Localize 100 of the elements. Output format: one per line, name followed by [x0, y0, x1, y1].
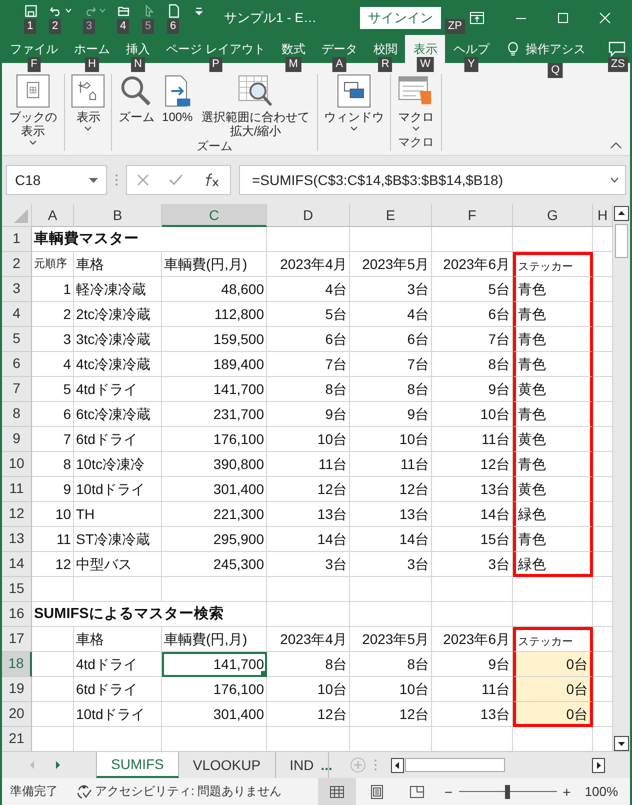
caret-icon[interactable]	[65, 8, 72, 13]
grip-icon	[115, 174, 118, 186]
scroll-left-icon[interactable]	[391, 758, 404, 772]
row-header[interactable]: 14	[2, 552, 32, 577]
table-cell: 7台	[432, 327, 513, 352]
row-header[interactable]: 12	[2, 502, 32, 527]
table-cell: 5台	[432, 277, 513, 302]
zoom-level[interactable]: 100%	[584, 784, 618, 799]
accessibility-check-icon[interactable]	[76, 784, 92, 800]
sign-in-button[interactable]: サインイン	[360, 6, 441, 28]
table-cell: SUMIFSによるマスター検索	[32, 602, 267, 627]
row-header[interactable]: 4	[2, 302, 32, 327]
save-icon[interactable]	[24, 4, 38, 18]
table-cell	[32, 652, 74, 677]
table-cell: 2tc冷凍冷蔵	[74, 302, 162, 327]
zoom-out-button[interactable]: −	[444, 784, 453, 800]
keytip: ZP	[444, 18, 465, 34]
fill-handle[interactable]	[261, 671, 266, 676]
lightbulb-icon[interactable]	[507, 41, 520, 57]
zoom-in-button[interactable]: +	[562, 784, 571, 800]
keytip: M	[286, 57, 301, 72]
keytip: A	[332, 57, 346, 72]
ribbon-button[interactable]: ズーム	[116, 74, 156, 138]
view-button[interactable]	[318, 778, 356, 805]
ribbon-button[interactable]: 100%	[158, 74, 196, 138]
row-header[interactable]: 15	[2, 577, 32, 602]
tell-me-field[interactable]: 操作アシス	[525, 40, 586, 58]
show-icon	[71, 74, 106, 108]
column-header[interactable]: G	[513, 204, 593, 227]
next-sheet-icon[interactable]	[54, 760, 62, 770]
row-header[interactable]: 19	[2, 677, 32, 702]
table-cell: 3台	[350, 552, 432, 577]
column-header[interactable]: D	[267, 204, 350, 227]
column-header[interactable]: F	[432, 204, 513, 227]
row-header[interactable]: 13	[2, 527, 32, 552]
scroll-down-icon[interactable]	[614, 736, 629, 751]
table-cell: 0台	[513, 702, 593, 727]
table-cell: 10台	[432, 402, 513, 427]
row-header[interactable]: 7	[2, 377, 32, 402]
row-header[interactable]: 10	[2, 452, 32, 477]
ribbon-button[interactable]: 表示	[69, 74, 108, 151]
group-label: ズーム	[196, 138, 233, 155]
scroll-thumb[interactable]	[405, 758, 506, 772]
scroll-up-icon[interactable]	[614, 206, 629, 221]
slider-thumb[interactable]	[504, 784, 510, 798]
keytip: 4	[117, 19, 130, 34]
table-cell: 12台	[350, 702, 432, 727]
table-cell: 7台	[350, 352, 432, 377]
document-icon[interactable]	[167, 4, 181, 18]
scroll-right-icon[interactable]	[592, 758, 606, 772]
row-header[interactable]: 5	[2, 327, 32, 352]
row-header[interactable]: 18	[2, 652, 32, 677]
table-cell: 13台	[350, 502, 432, 527]
row-header[interactable]: 16	[2, 602, 32, 627]
accessibility-status[interactable]: アクセシビリティ: 問題ありません	[95, 783, 282, 800]
row-header[interactable]: 8	[2, 402, 32, 427]
ribbon-display-icon[interactable]	[469, 10, 485, 24]
keytip: 1	[24, 19, 36, 34]
row-header[interactable]: 3	[2, 277, 32, 302]
check-icon[interactable]	[169, 174, 184, 186]
ribbon-button[interactable]: ウィンドウ	[322, 74, 386, 151]
row-header[interactable]: 2	[2, 252, 32, 277]
table-cell: 緑色	[513, 552, 593, 577]
table-cell: 11台	[350, 452, 432, 477]
row-header[interactable]: 11	[2, 477, 32, 502]
function-icon[interactable]	[204, 173, 220, 187]
row-header[interactable]: 21	[2, 727, 32, 751]
table-cell: 6tdドライ	[74, 427, 162, 452]
column-header[interactable]: A	[32, 204, 74, 227]
horizontal-scrollbar[interactable]	[391, 756, 606, 774]
table-cell: 5	[32, 377, 74, 402]
grid-icon	[329, 784, 346, 798]
sheet-tab[interactable]: SUMIFS	[96, 752, 179, 778]
row-header[interactable]: 1	[2, 227, 32, 252]
close-icon[interactable]	[599, 12, 611, 24]
name-box[interactable]: C18	[6, 165, 107, 195]
formula-field[interactable]: =SUMIFS(C$3:C$14,$B$3:$B$14,$B18)	[239, 165, 626, 195]
ribbon-button[interactable]: マクロ	[394, 74, 437, 134]
ribbon-button[interactable]: ブックの表示	[6, 74, 60, 151]
maximize-icon[interactable]	[557, 12, 569, 24]
scroll-thumb[interactable]	[615, 224, 628, 258]
table-cell: 9	[32, 477, 74, 502]
column-header[interactable]: E	[350, 204, 432, 227]
collapse-ribbon-icon[interactable]	[610, 141, 622, 149]
zoom-selection-icon	[236, 74, 275, 108]
row-header[interactable]: 9	[2, 427, 32, 452]
ribbon-button[interactable]: 選択範囲に合わせて拡大/縮小	[198, 74, 313, 138]
table-cell: 221,300	[162, 502, 267, 527]
table-cell: 黄色	[513, 477, 593, 502]
table-cell: 青色	[513, 277, 593, 302]
row-header[interactable]: 17	[2, 627, 32, 652]
row-header[interactable]: 6	[2, 352, 32, 377]
comment-icon[interactable]	[608, 41, 626, 57]
column-header[interactable]: C	[162, 204, 267, 227]
vertical-scrollbar[interactable]	[613, 204, 630, 751]
keytip: F	[28, 57, 40, 72]
group-label: マクロ	[398, 134, 434, 151]
table-cell: 6tc冷凍冷蔵	[74, 402, 162, 427]
table-cell	[32, 627, 74, 652]
row-header[interactable]: 20	[2, 702, 32, 727]
